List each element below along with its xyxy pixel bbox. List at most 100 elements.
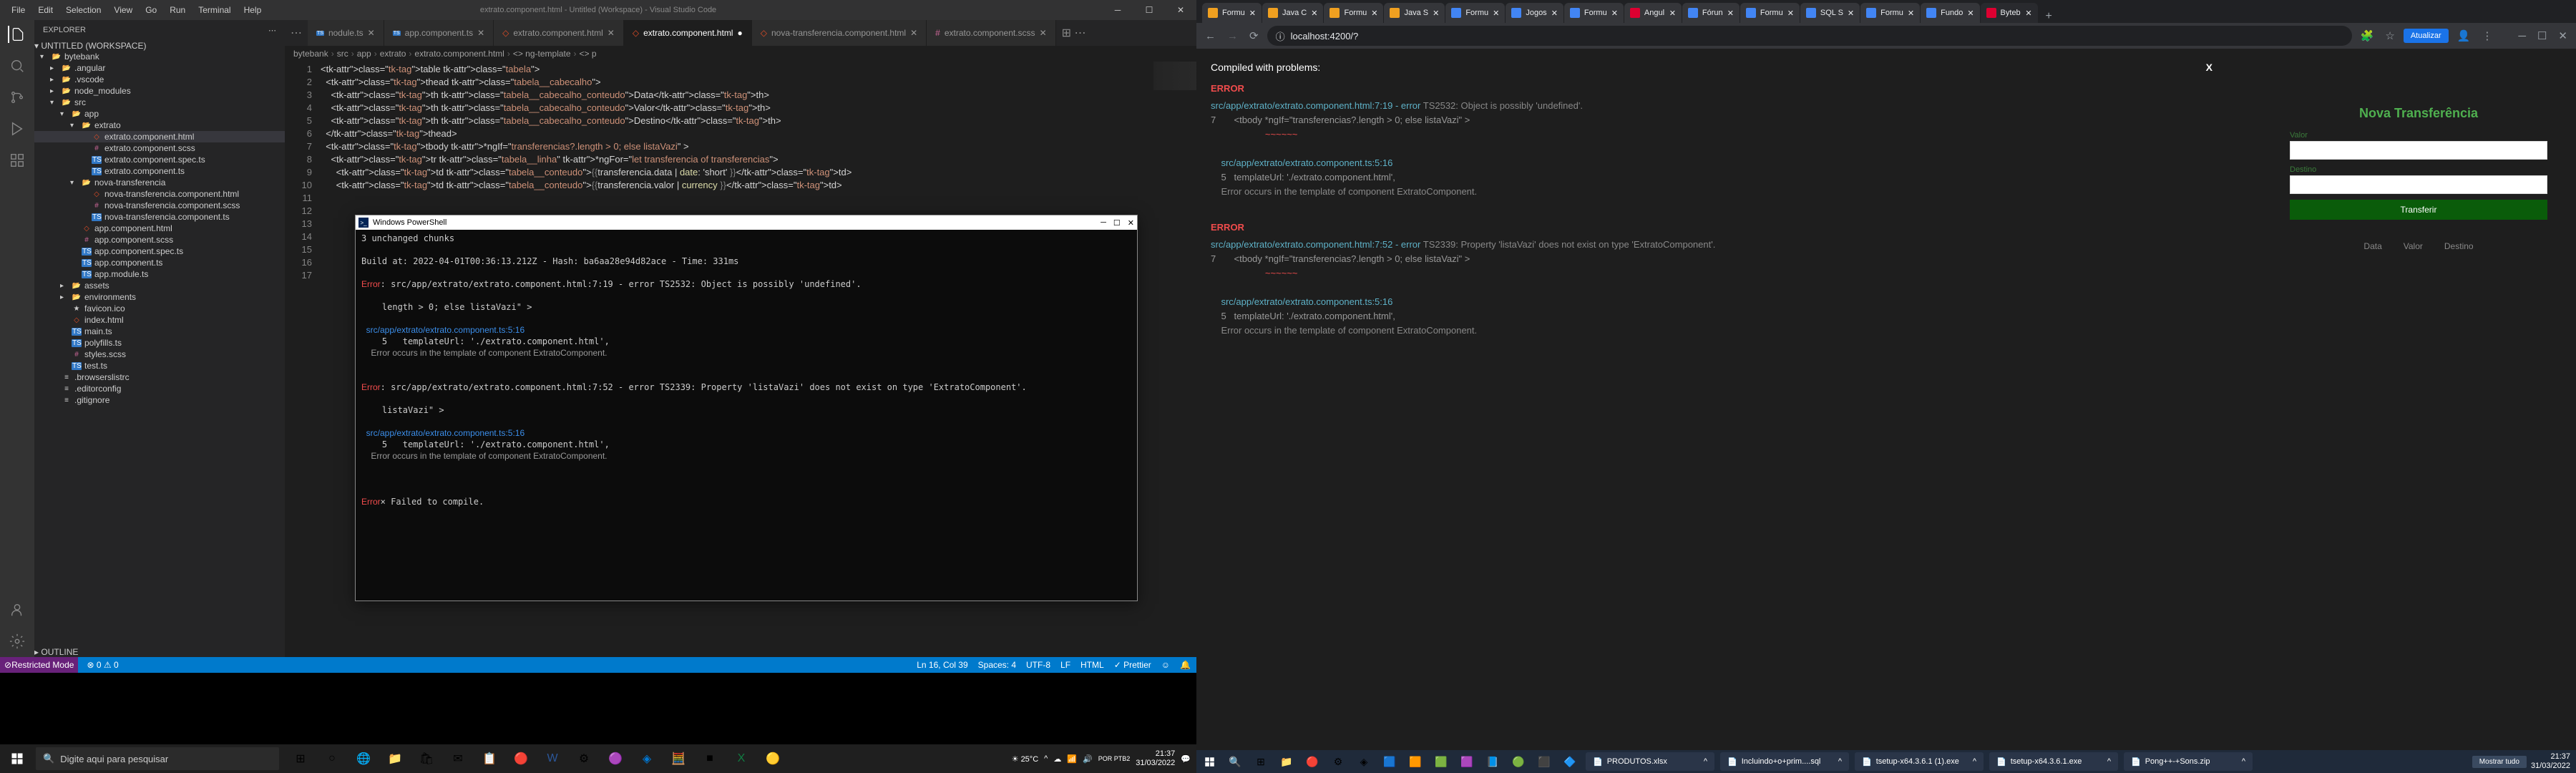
tree-item[interactable]: ◇app.component.html [34,223,285,234]
settings-icon[interactable]: ⚙ [568,744,600,773]
browser-tab[interactable]: Formu✕ [1324,3,1383,23]
close-icon[interactable]: ✕ [1371,9,1377,18]
editor-tab[interactable]: #extrato.component.scss✕ [927,20,1055,46]
download-item[interactable]: 📄tsetup-x64.3.6.1 (1).exe^ [1855,752,1984,771]
app-icon-1[interactable]: 📋 [474,744,505,773]
chevron-up-icon[interactable]: ^ [1044,754,1048,763]
download-item[interactable]: 📄Incluindo+o+prim....sql^ [1720,752,1849,771]
close-icon[interactable]: ✕ [608,28,615,38]
close-icon[interactable]: ✕ [1493,9,1499,18]
menu-view[interactable]: View [108,4,138,16]
tree-item[interactable]: ≡.editorconfig [34,383,285,394]
browser-tab[interactable]: Fórun✕ [1682,3,1740,23]
menu-go[interactable]: Go [140,4,162,16]
close-icon[interactable]: ✕ [1669,9,1676,18]
editor-tab[interactable]: ◇extrato.component.html✕ [494,20,624,46]
tree-item[interactable]: ≡.gitignore [34,394,285,406]
search-icon-2[interactable]: 🔍 [1222,750,1248,773]
tree-item[interactable]: ▸📂assets [34,280,285,291]
valor-input[interactable] [2290,141,2547,160]
term-minimize[interactable]: ─ [1101,218,1106,228]
close-icon[interactable]: ✕ [477,28,484,38]
prettier[interactable]: ✓ Prettier [1114,660,1151,670]
language-indicator[interactable]: POR PTB2 [1098,755,1131,763]
close-icon[interactable]: ✕ [910,28,917,38]
app-icon-g[interactable]: ⬛ [1531,750,1557,773]
breadcrumb-item[interactable]: bytebank [293,49,328,59]
start-button[interactable] [0,744,34,773]
star-icon[interactable]: ☆ [2382,26,2397,45]
onedrive-icon[interactable]: ☁ [1053,754,1061,764]
app-icon-c[interactable]: 🟩 [1428,750,1454,773]
term-maximize[interactable]: ☐ [1113,218,1121,228]
app-icon-d[interactable]: 🟪 [1454,750,1480,773]
menu-file[interactable]: File [6,4,31,16]
account-icon[interactable] [9,601,26,618]
tree-item[interactable]: #nova-transferencia.component.scss [34,200,285,211]
editor-tab[interactable]: TSapp.component.ts✕ [384,20,494,46]
tree-item[interactable]: TSapp.component.spec.ts [34,245,285,257]
excel-icon[interactable]: X [726,744,757,773]
breadcrumb-item[interactable]: src [337,49,348,59]
breadcrumb-item[interactable]: extrato.component.html [414,49,504,59]
search-icon[interactable] [9,57,26,74]
tree-item[interactable]: ▾📂bytebank [34,51,285,62]
browser-tab[interactable]: Angul✕ [1624,3,1682,23]
tree-item[interactable]: TSnova-transferencia.component.ts [34,211,285,223]
tree-item[interactable]: #app.component.scss [34,234,285,245]
close-icon[interactable]: ✕ [1848,9,1854,18]
terminal-output[interactable]: 3 unchanged chunks Build at: 2022-04-01T… [356,230,1137,601]
close-icon[interactable]: ✕ [1611,9,1618,18]
terminal-window[interactable]: >_ Windows PowerShell ─ ☐ ✕ 3 unchanged … [355,215,1138,601]
destino-input[interactable] [2290,175,2547,194]
tree-item[interactable]: ◇extrato.component.html [34,131,285,142]
feedback-icon[interactable]: ☺ [1161,660,1170,670]
tree-item[interactable]: ▸📂.angular [34,62,285,74]
eol[interactable]: LF [1060,660,1070,670]
tree-item[interactable]: ▾📂src [34,97,285,108]
update-button[interactable]: Atualizar [2404,29,2449,43]
cortana-icon[interactable]: ○ [316,744,348,773]
tree-item[interactable]: TSapp.component.ts [34,257,285,268]
chrome-close[interactable]: ✕ [2555,26,2570,45]
browser-tab[interactable]: Fundo✕ [1921,3,1979,23]
vscode-icon[interactable]: ◈ [631,744,663,773]
breadcrumb-item[interactable]: app [357,49,371,59]
search-box[interactable]: 🔍 Digite aqui para pesquisar [36,747,279,770]
address-bar[interactable]: ⓘ localhost:4200/? [1267,26,2352,46]
browser-tab[interactable]: Jogos✕ [1506,3,1563,23]
mail-icon[interactable]: ✉ [442,744,474,773]
tree-item[interactable]: ▸📂environments [34,291,285,303]
tree-item[interactable]: #styles.scss [34,349,285,360]
show-all-button[interactable]: Mostrar tudo [2472,756,2527,768]
close-icon[interactable]: ✕ [1551,9,1558,18]
tree-item[interactable]: #extrato.component.scss [34,142,285,154]
extension-icon[interactable]: 🧩 [2358,26,2377,45]
download-item[interactable]: 📄Pong++-+Sons.zip^ [2124,752,2253,771]
transferir-button[interactable]: Transferir [2290,200,2547,220]
workspace-section[interactable]: ▾ UNTITLED (WORKSPACE) [34,41,285,51]
tree-item[interactable]: ▸📂.vscode [34,74,285,85]
tree-item[interactable]: ◇nova-transferencia.component.html [34,188,285,200]
edge-icon[interactable]: 🌐 [348,744,379,773]
close-icon[interactable]: ● [737,28,742,38]
calc-icon[interactable]: 🧮 [663,744,694,773]
gear-icon[interactable] [9,633,26,650]
close-button[interactable]: ✕ [1165,0,1196,20]
browser-tab[interactable]: Formu✕ [1564,3,1624,23]
editor-tab[interactable]: ◇extrato.component.html● [624,20,752,46]
tree-item[interactable]: ▾📂app [34,108,285,120]
browser-tab[interactable]: Java S✕ [1384,3,1445,23]
volume-icon[interactable]: 🔊 [1083,754,1093,764]
tree-item[interactable]: TSapp.module.ts [34,268,285,280]
browser-tab[interactable]: Formu✕ [1740,3,1800,23]
start-button-2[interactable] [1196,750,1222,773]
errors-count[interactable]: ⊗ 0 ⚠ 0 [87,660,118,670]
chrome-maximize[interactable]: ☐ [2534,26,2550,45]
settings-icon-2[interactable]: ⚙ [1325,750,1351,773]
store-icon[interactable]: 🛍 [411,744,442,773]
tree-item[interactable]: TSpolyfills.ts [34,337,285,349]
close-icon[interactable]: ✕ [1311,9,1317,18]
chrome-icon-2[interactable]: 🔴 [1299,750,1325,773]
breadcrumb-item[interactable]: <> p [580,49,597,59]
